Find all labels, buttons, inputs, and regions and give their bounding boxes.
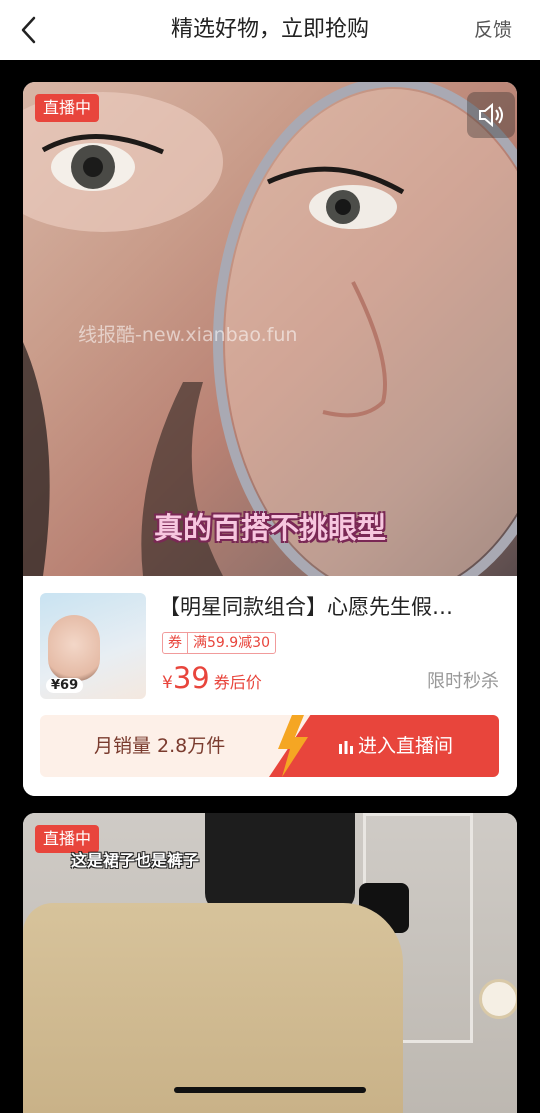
product-info[interactable]: ¥69 【明星同款组合】心愿先生假… 券 满59.9减30 ¥39 券后价 限时秒… <box>23 576 517 796</box>
watermark-text: 线报酷-new.xianbao.fun <box>78 324 298 346</box>
video-caption-2: 这是裙子也是裤子 <box>71 851 200 870</box>
live-video-preview[interactable]: 直播中 线报酷-new.xianbao.fun 真的百搭不挑眼型 <box>23 82 517 576</box>
coupon-text: 满59.9减30 <box>193 635 270 651</box>
coupon-badge: 券 满59.9减30 <box>162 632 276 654</box>
currency-symbol: ¥ <box>162 673 173 693</box>
price-block: ¥39 券后价 <box>162 660 262 701</box>
product-thumbnail[interactable]: ¥69 <box>40 593 146 699</box>
enter-live-button[interactable]: 进入直播间 <box>338 715 453 777</box>
speaker-icon <box>479 102 503 128</box>
model-skirt <box>23 903 403 1113</box>
video-subtitle: 真的百搭不挑眼型 <box>153 511 386 545</box>
live-product-card-2[interactable]: 直播中 这是裙子也是裤子 <box>23 813 517 1113</box>
enter-live-bar[interactable]: 月销量 2.8万件 进入直播间 <box>40 715 499 777</box>
sound-toggle[interactable] <box>467 92 515 138</box>
feedback-button[interactable]: 反馈 <box>474 16 512 44</box>
product-title[interactable]: 【明星同款组合】心愿先生假… <box>159 592 499 622</box>
model-shirt <box>205 813 355 913</box>
monthly-sales: 月销量 2.8万件 <box>94 735 226 757</box>
live-bars-icon <box>338 740 353 754</box>
enter-live-label: 进入直播间 <box>357 735 453 757</box>
thumbnail-model-image <box>48 615 100 681</box>
lightning-bolt-icon <box>278 715 308 777</box>
wall-clock <box>479 979 517 1019</box>
live-badge: 直播中 <box>35 94 100 122</box>
flash-sale-label: 限时秒杀 <box>427 671 499 692</box>
coupon-tag: 券 <box>163 633 188 653</box>
price-value: 39 <box>172 661 210 695</box>
thumbnail-price: ¥69 <box>46 678 84 693</box>
live-video-preview-2[interactable]: 直播中 这是裙子也是裤子 <box>23 813 517 1113</box>
page-title: 精选好物，立即抢购 <box>170 17 369 42</box>
home-indicator[interactable] <box>174 1087 366 1093</box>
live-product-card[interactable]: 直播中 线报酷-new.xianbao.fun 真的百搭不挑眼型 ¥69 【明星… <box>23 82 517 796</box>
price-suffix: 券后价 <box>213 673 262 692</box>
top-nav-bar: 精选好物，立即抢购 反馈 <box>0 0 540 60</box>
